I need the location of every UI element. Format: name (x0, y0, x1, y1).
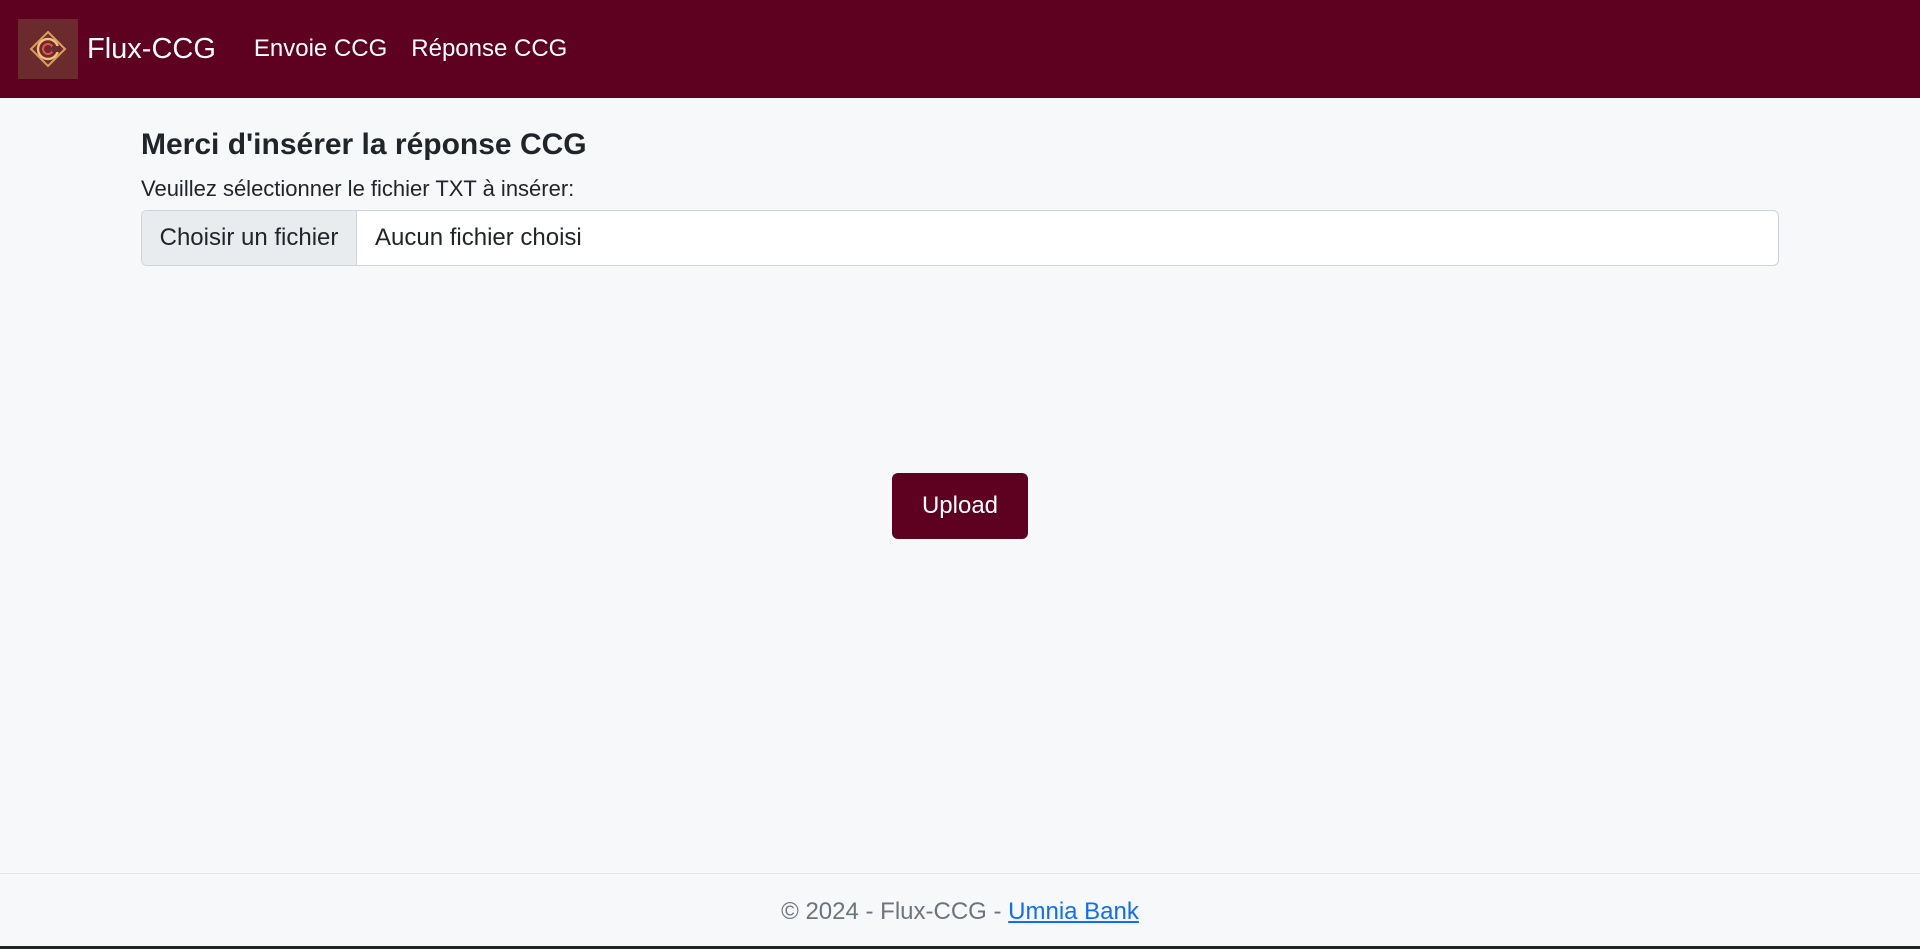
file-field-label: Veuillez sélectionner le fichier TXT à i… (141, 176, 575, 201)
footer: © 2024 - Flux-CCG - Umnia Bank (0, 873, 1920, 949)
upload-button[interactable]: Upload (892, 473, 1028, 539)
nav-links: Envoie CCG Réponse CCG (242, 35, 579, 63)
footer-link-umnia-bank[interactable]: Umnia Bank (1008, 898, 1139, 926)
nav-link-envoie-ccg[interactable]: Envoie CCG (254, 35, 387, 63)
choose-file-button[interactable]: Choisir un fichier (142, 211, 357, 265)
footer-text: © 2024 - Flux-CCG - (781, 897, 1009, 925)
brand-name: Flux-CCG (87, 32, 216, 65)
main-content: Merci d'insérer la réponse CCG Veuillez … (141, 128, 1779, 266)
brand-link[interactable]: Flux-CCG (18, 19, 216, 79)
nav-link-reponse-ccg[interactable]: Réponse CCG (411, 35, 567, 63)
file-input[interactable]: Choisir un fichier Aucun fichier choisi (141, 210, 1779, 266)
file-status-text: Aucun fichier choisi (375, 224, 582, 251)
ccg-logo-icon (18, 19, 78, 79)
top-navbar: Flux-CCG Envoie CCG Réponse CCG (0, 0, 1920, 98)
page-title: Merci d'insérer la réponse CCG (141, 128, 587, 161)
